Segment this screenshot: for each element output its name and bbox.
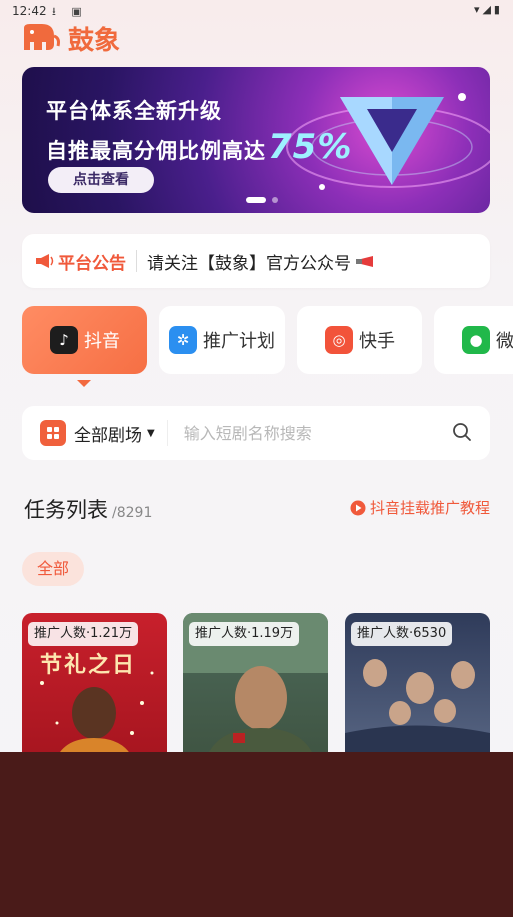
- tab-promotion-plan[interactable]: ✲ 推广计划: [159, 306, 285, 374]
- banner-headline: 平台体系全新升级: [46, 99, 222, 123]
- task-list-title: 任务列表/8291: [24, 494, 152, 524]
- megaphone-emoji-icon: [356, 256, 373, 267]
- promotion-plan-icon: ✲: [169, 326, 197, 354]
- theater-grid-icon[interactable]: [40, 420, 66, 446]
- tutorial-link-label: 抖音挂载推广教程: [369, 499, 490, 517]
- tab-label: 抖音: [84, 331, 120, 352]
- banner-percent: 75%: [268, 127, 353, 167]
- banner-subline-text: 自推最高分佣比例高达: [46, 139, 266, 163]
- tab-label: 快手: [359, 331, 395, 352]
- announcement-title: 平台公告: [58, 253, 126, 274]
- theater-selector[interactable]: 全部剧场: [74, 421, 142, 446]
- elephant-logo-icon: [24, 24, 60, 50]
- tab-label: 推广计划: [203, 331, 275, 352]
- dark-overlay: [0, 752, 513, 917]
- grid-glyph: [47, 427, 59, 439]
- search-input[interactable]: [181, 422, 436, 444]
- play-icon: [350, 500, 366, 515]
- carousel-indicator: [272, 197, 278, 203]
- tab-douyin[interactable]: ♪ 抖音: [22, 306, 147, 374]
- douyin-icon: ♪: [50, 326, 78, 354]
- divider: [166, 420, 168, 446]
- active-tab-indicator: [77, 380, 91, 387]
- promoter-count-badge: 推广人数·1.21万: [28, 622, 139, 646]
- platform-tabs: ♪ 抖音 ✲ 推广计划 ◎ 快手 ● 微: [22, 306, 513, 374]
- app-logo: 鼓象: [20, 20, 120, 56]
- tutorial-link[interactable]: 抖音挂载推广教程: [350, 497, 490, 518]
- promo-banner[interactable]: 平台体系全新升级 自推最高分佣比例高达75% 点击查看: [22, 67, 490, 213]
- app-name: 鼓象: [68, 25, 121, 56]
- promoter-count-badge: 推广人数·6530: [351, 622, 453, 646]
- drama-card[interactable]: 推广人数·1.19万: [183, 613, 328, 773]
- announcement-text: 请关注【鼓象】官方公众号: [147, 253, 351, 274]
- banner-subline: 自推最高分佣比例高达75%: [46, 127, 352, 167]
- wechat-icon: ●: [462, 326, 490, 354]
- poster-title: 节礼之日: [40, 652, 137, 678]
- megaphone-icon: [36, 254, 54, 268]
- search-icon[interactable]: [452, 422, 472, 442]
- announcement-bar[interactable]: 平台公告 请关注【鼓象】官方公众号: [22, 234, 490, 288]
- signal-battery-icon: ▾◢▮: [473, 3, 503, 16]
- chevron-down-icon[interactable]: ▼: [147, 428, 155, 439]
- tab-wechat[interactable]: ● 微: [434, 306, 513, 374]
- task-count: /8291: [112, 505, 153, 521]
- carousel-indicator-active: [246, 197, 266, 203]
- tab-kuaishou[interactable]: ◎ 快手: [297, 306, 422, 374]
- task-list-label: 任务列表: [24, 498, 108, 522]
- banner-view-button[interactable]: 点击查看: [48, 167, 154, 193]
- search-bar: 全部剧场 ▼: [22, 406, 490, 460]
- promoter-count-badge: 推广人数·1.19万: [189, 622, 300, 646]
- divider: [136, 250, 137, 272]
- drama-card[interactable]: 节礼之日 推广人数·1.21万: [22, 613, 167, 773]
- status-time: 12:42: [12, 4, 47, 18]
- tab-label: 微: [496, 331, 513, 352]
- filter-chip-all[interactable]: 全部: [22, 552, 84, 586]
- drama-card[interactable]: 推广人数·6530: [345, 613, 490, 773]
- kuaishou-icon: ◎: [325, 326, 353, 354]
